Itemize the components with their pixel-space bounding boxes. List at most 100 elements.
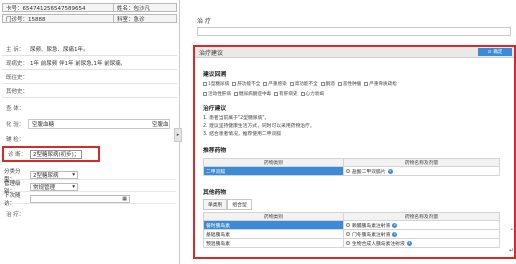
table-row[interactable]: 预混胰岛素 生物合成人胰岛素注射液 i [203,238,500,248]
rec-drug-cell[interactable]: 盐酸二甲双胍片 i [343,166,500,176]
cause-checkbox[interactable]: 恶性肿瘤 [337,81,361,87]
suggestion-title: 治疗建议 [199,49,224,57]
cause-checkbox[interactable]: 严重感染 [263,81,287,87]
past-history-row[interactable]: 既往史： [6,72,30,82]
other-header-category: 药物类别 [203,212,344,221]
present-history-row[interactable]: 现病史： 1年 前尿频 伴1年 前尿急,1年 前尿痛, [6,58,123,68]
classification-select[interactable]: 2型糖尿病 ▾ [30,170,78,179]
other-drug-cell[interactable]: 赖脯胰岛素注射液 i [343,220,500,230]
other-history-row[interactable]: 其他史： [6,86,30,96]
other-drug-name: 赖脯胰岛素注射液 [352,223,391,229]
cause-checkbox[interactable]: 严重骨质疏松 [364,81,397,87]
department: 科室：急诊 [117,16,145,23]
present-history-value[interactable]: 1年 前尿频 伴1年 前尿急,1年 前尿痛, [30,59,123,67]
other-drug-table: 药物类别 药物名称及剂量 餐时胰岛素 赖脯胰岛素注射液 i 基础胰岛素 门冬胰岛素… [203,212,500,248]
recommend-title: 推荐药物 [203,148,227,154]
chief-complaint-row[interactable]: 主 诉： 尿频、尿急、尿痛1年。 [6,44,89,54]
cause-checkbox[interactable]: 有肝病史 [274,91,298,97]
physical-exam-label: 查 体： [6,106,25,112]
other-drug-cell[interactable]: 门冬胰岛素注射液 i [343,229,500,239]
treatment-input[interactable] [197,27,511,36]
advice-line-2: 2. 建议坚持健康生活方式，同时可以采用药物治疗。 [203,124,315,129]
info-icon[interactable]: i [406,240,412,246]
cause-title: 建议回溯 [203,72,227,78]
radio-button[interactable] [346,223,350,227]
other-drug-cell[interactable]: 生物合成人胰岛素注射液 i [343,238,500,248]
diagnosis-box[interactable]: 诊 断： 2型糖尿病(初步)； [2,146,100,162]
check-icon: ⊙ [487,49,492,55]
recommend-table: 药物类别 药物名称及剂量 二甲双胍 盐酸二甲双胍片 i [203,158,500,176]
info-icon[interactable]: i [392,231,398,237]
radio-button[interactable] [346,241,350,245]
return-arrow-icon: ↵ [509,247,515,254]
table-row[interactable]: 餐时胰岛素 赖脯胰岛素注射液 i [203,220,500,230]
physical-exam-row[interactable]: 查 体： [6,103,30,113]
rec-drug-name: 盐酸二甲双胍片 [352,169,386,175]
other-history-label: 其他史： [6,89,29,95]
scroll-up-icon[interactable]: ▴ [511,227,514,231]
auxiliary-exam-row[interactable]: 辅 检： [6,134,30,144]
chief-complaint-value[interactable]: 尿频、尿急、尿痛1年。 [30,45,89,53]
other-category-cell[interactable]: 预混胰岛素 [203,238,344,248]
cause-checkbox-row-2: 活动性肝病 糖尿病酮症中毒 有肝病史 心力衰竭 [203,91,324,97]
cause-checkbox[interactable]: 心力衰竭 [300,91,324,97]
treatment-row-left[interactable]: 治 疗： [6,209,30,219]
confirm-label: 确定 [493,50,503,55]
cause-checkbox[interactable]: 活动性肝病 [203,91,231,97]
cause-checkbox[interactable]: 糖尿病酮症中毒 [233,91,271,97]
treatment-label-left: 治 疗： [6,212,25,218]
cause-checkbox[interactable]: 肝功能不全 [232,81,260,87]
advice-title: 治疗建议 [203,106,227,112]
calendar-icon[interactable]: ▦ [122,196,127,202]
lab-label: 化 验： [6,122,25,128]
management-select-value: 常规管理 [33,184,56,191]
radio-button[interactable] [346,232,350,236]
tab-single[interactable]: 单类别 [203,199,228,210]
followup-row: 下次随访： ▦ [2,193,176,207]
collapse-toggle-icon[interactable]: ▸ [174,128,182,142]
outpatient-number: 门诊号：15888 [6,16,46,23]
diagnosis-label: 诊 断： [8,152,27,158]
lab-value: 空腹血糖 [32,122,55,128]
auxiliary-exam-label: 辅 检： [6,137,25,143]
advice-line-1: 1. 患者当前属于"2型糖尿病"。 [203,116,270,121]
classification-select-value: 2型糖尿病 [33,172,59,179]
cause-checkbox-row-1: 1型糖尿病 肝功能不全 严重感染 肾功能不全 酮酒 恶性肿瘤 严重骨质疏松 [203,81,397,87]
advice-line-3: 3. 结合患者情况，推荐使用二甲双胍 [203,132,282,137]
other-category-cell[interactable]: 餐时胰岛素 [203,220,344,230]
card-number: 卡号：654741256547589654 [6,5,86,12]
lab-row[interactable]: 化 验： [6,119,30,129]
present-history-label: 现病史： [6,61,29,67]
lab-value-box[interactable]: 空腹血糖 空腹血 [28,119,170,129]
diagnosis-value[interactable]: 2型糖尿病(初步)； [30,149,83,159]
patient-header-row-1: 卡号：654741256547589654 姓名：包沙凡 [2,3,177,12]
tab-combo[interactable]: 组合型 [227,199,252,210]
rec-header-drug: 药物名称及剂量 [343,158,500,167]
past-history-label: 既往史： [6,75,29,81]
cause-checkbox[interactable]: 酮酒 [320,81,335,87]
info-icon[interactable]: i [387,168,393,174]
other-drug-name: 生物合成人胰岛素注射液 [352,241,405,247]
cause-checkbox[interactable]: 肾功能不全 [289,81,318,87]
treatment-title: 治 疗 [197,18,211,25]
other-drug-tabs: 单类别 组合型 [203,199,252,210]
rec-category-cell[interactable]: 二甲双胍 [203,166,344,176]
table-row[interactable]: 二甲双胍 盐酸二甲双胍片 i [203,166,500,176]
other-title: 其他药物 [203,190,227,196]
radio-button[interactable] [346,169,350,173]
other-header-drug: 药物名称及剂量 [343,212,500,221]
patient-record-panel: 卡号：654741256547589654 姓名：包沙凡 门诊号：15888 科… [0,0,180,264]
management-select[interactable]: 常规管理 ▾ [30,182,78,191]
treatment-suggestion-panel: 治疗建议 ⊙ 确定 建议回溯 1型糖尿病 肝功能不全 严重感染 肾功能不全 酮酒… [193,45,516,259]
other-category-cell[interactable]: 基础胰岛素 [203,229,344,239]
patient-header-row-2: 门诊号：15888 科室：急诊 [2,14,177,23]
other-drug-name: 门冬胰岛素注射液 [352,232,391,238]
followup-date-input[interactable]: ▦ [30,194,130,203]
suggestion-header: 治疗建议 ⊙ 确定 [195,47,514,58]
chevron-down-icon: ▾ [72,183,75,190]
chief-complaint-label: 主 诉： [6,47,25,53]
table-row[interactable]: 基础胰岛素 门冬胰岛素注射液 i [203,229,500,239]
cause-checkbox[interactable]: 1型糖尿病 [203,81,229,87]
confirm-button[interactable]: ⊙ 确定 [478,48,512,56]
info-icon[interactable]: i [392,222,398,228]
